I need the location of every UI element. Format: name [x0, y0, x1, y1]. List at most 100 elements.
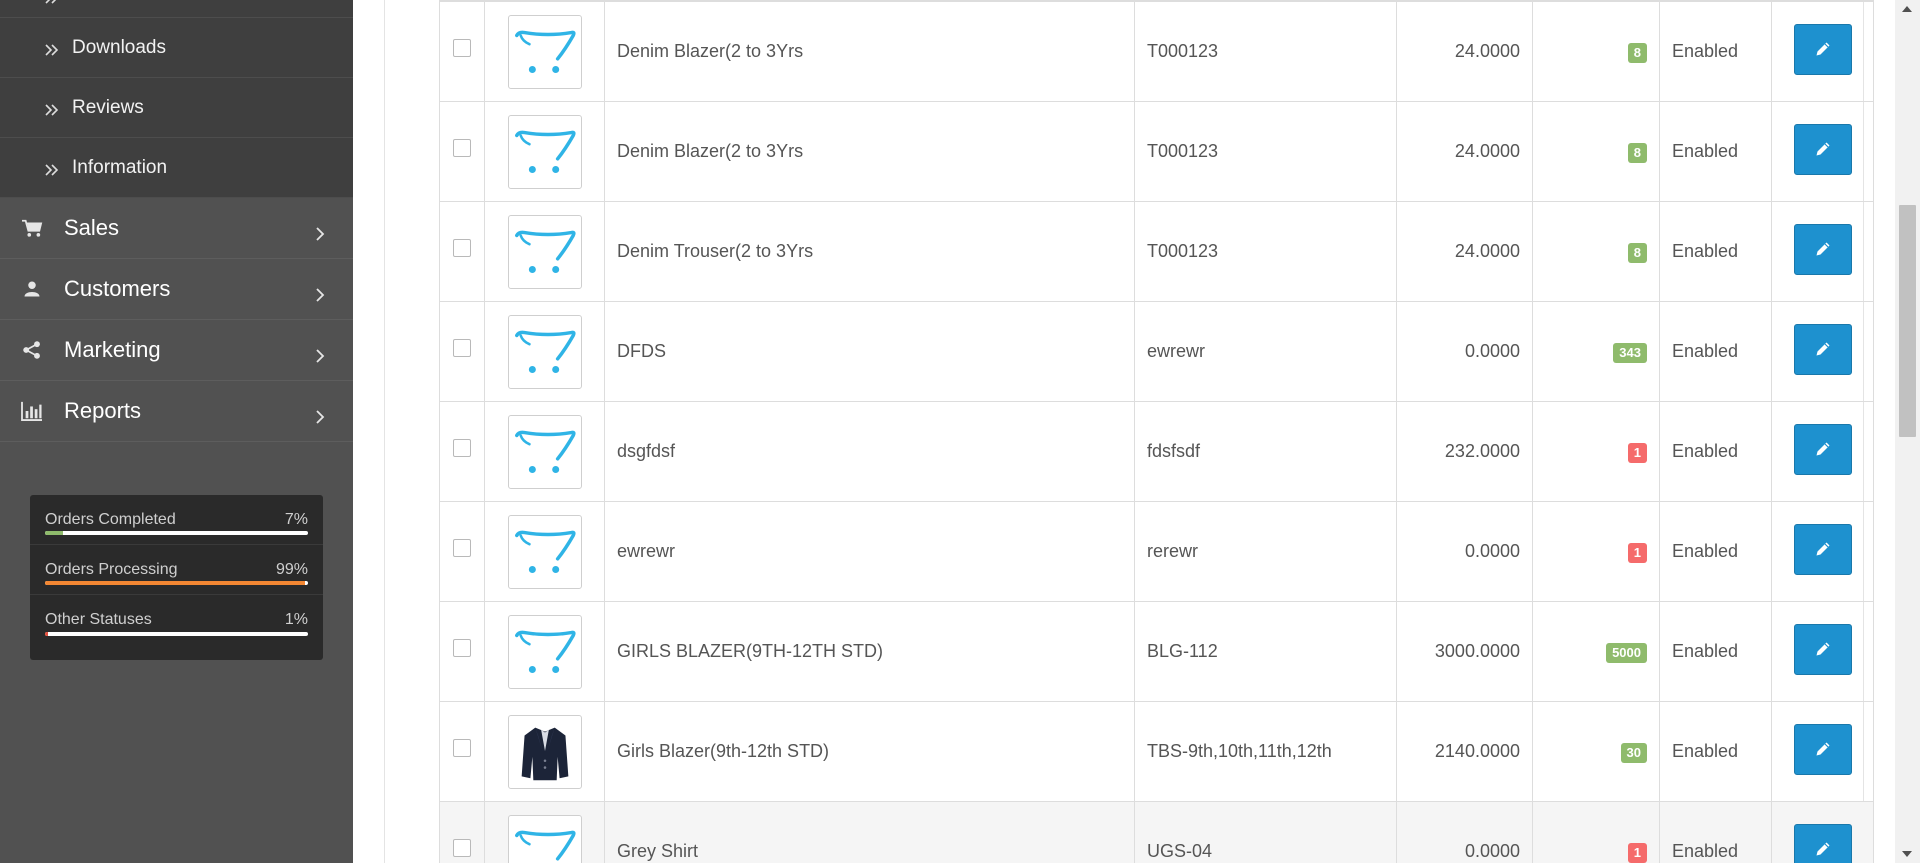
scroll-up-arrow-icon[interactable] — [1902, 6, 1912, 12]
quantity-cell: 8 — [1532, 201, 1660, 302]
edit-button[interactable] — [1793, 323, 1852, 375]
action-cell — [1771, 701, 1874, 802]
placeholder-cart-icon — [507, 314, 582, 389]
product-name: Denim Trouser(2 to 3Yrs — [604, 201, 1135, 302]
product-status: Enabled — [1659, 601, 1772, 702]
row-select-checkbox[interactable] — [453, 239, 471, 257]
table-row: Denim Blazer(2 to 3Yrs T000123 24.0000 8 Ena… — [439, 101, 1874, 202]
table-row: Grey Shirt UGS-04 0.0000 1 Enabled — [439, 801, 1874, 863]
edit-button[interactable] — [1793, 23, 1852, 75]
product-model: T000123 — [1134, 101, 1397, 202]
double-chevron-right-icon — [44, 101, 60, 116]
product-status: Enabled — [1659, 201, 1772, 302]
edit-button[interactable] — [1793, 123, 1852, 175]
double-chevron-right-icon — [44, 41, 60, 56]
share-icon — [20, 339, 44, 361]
row-select-checkbox[interactable] — [453, 339, 471, 357]
sidebar-item-marketing[interactable]: Marketing — [0, 320, 353, 381]
row-select-checkbox[interactable] — [453, 739, 471, 757]
image-cell — [484, 501, 605, 602]
scroll-down-arrow-icon[interactable] — [1902, 851, 1912, 857]
product-model: T000123 — [1134, 0, 1397, 102]
bar-chart-icon — [20, 400, 44, 422]
placeholder-cart-icon — [507, 814, 582, 863]
table-row: GIRLS BLAZER(9TH-12TH STD) BLG-112 3000.00… — [439, 601, 1874, 702]
product-status: Enabled — [1659, 0, 1772, 102]
product-model: rerewr — [1134, 501, 1397, 602]
product-price: 0.0000 — [1396, 801, 1533, 863]
user-icon — [20, 278, 44, 300]
product-model: fdsfsdf — [1134, 401, 1397, 502]
stat-label: Other Statuses — [45, 611, 152, 628]
edit-button[interactable] — [1793, 823, 1852, 863]
scrollbar-thumb[interactable] — [1899, 205, 1916, 437]
stat-label: Orders Processing — [45, 561, 178, 578]
table-row: dsgfdsf fdsfsdf 232.0000 1 Enabled — [439, 401, 1874, 502]
row-select-checkbox[interactable] — [453, 439, 471, 457]
product-name: Grey Shirt — [604, 801, 1135, 863]
submenu-item-downloads[interactable]: Downloads — [0, 18, 353, 78]
product-price: 0.0000 — [1396, 501, 1533, 602]
image-cell — [484, 401, 605, 502]
sidebar-item-reports[interactable]: Reports — [0, 381, 353, 442]
quantity-badge: 8 — [1627, 242, 1647, 263]
image-cell — [484, 601, 605, 702]
product-model: BLG-112 — [1134, 601, 1397, 702]
placeholder-cart-icon — [507, 414, 582, 489]
quantity-cell: 1 — [1532, 401, 1660, 502]
row-select-checkbox[interactable] — [453, 39, 471, 57]
product-name: Girls Blazer(9th-12th STD) — [604, 701, 1135, 802]
edit-button[interactable] — [1793, 723, 1852, 775]
double-chevron-right-icon — [44, 0, 60, 4]
stat-progress-fill — [45, 632, 48, 636]
select-cell — [439, 401, 485, 502]
stat-row: Orders Processing 99% — [30, 545, 323, 595]
stat-row: Other Statuses 1% — [30, 595, 323, 645]
edit-button[interactable] — [1793, 523, 1852, 575]
quantity-cell: 8 — [1532, 0, 1660, 102]
product-price: 232.0000 — [1396, 401, 1533, 502]
table-row: Denim Trouser(2 to 3Yrs T000123 24.0000 8 En… — [439, 201, 1874, 302]
sidebar-item-sales[interactable]: Sales — [0, 198, 353, 259]
product-status: Enabled — [1659, 101, 1772, 202]
sidebar-item-customers[interactable]: Customers — [0, 259, 353, 320]
product-price: 3000.0000 — [1396, 601, 1533, 702]
sidebar-item-label: Customers — [64, 276, 171, 301]
submenu-item-information[interactable]: Information — [0, 138, 353, 198]
image-cell — [484, 101, 605, 202]
edit-button[interactable] — [1793, 623, 1852, 675]
placeholder-cart-icon — [507, 514, 582, 589]
submenu-item-manufacturers[interactable]: Manufacturers — [0, 0, 353, 18]
product-model: ewrewr — [1134, 301, 1397, 402]
select-cell — [439, 0, 485, 102]
product-thumbnail — [507, 714, 582, 789]
placeholder-cart-icon — [507, 214, 582, 289]
product-name: DFDS — [604, 301, 1135, 402]
row-select-checkbox[interactable] — [453, 139, 471, 157]
row-select-checkbox[interactable] — [453, 839, 471, 857]
quantity-cell: 1 — [1532, 801, 1660, 863]
page-scrollbar[interactable] — [1895, 0, 1920, 863]
quantity-badge: 1 — [1627, 542, 1647, 563]
edit-button[interactable] — [1793, 423, 1852, 475]
double-chevron-right-icon — [44, 161, 60, 176]
stat-progress-bar — [45, 531, 308, 535]
product-name: ewrewr — [604, 501, 1135, 602]
quantity-cell: 343 — [1532, 301, 1660, 402]
submenu-item-reviews[interactable]: Reviews — [0, 78, 353, 138]
action-cell — [1771, 601, 1874, 702]
select-cell — [439, 301, 485, 402]
row-select-checkbox[interactable] — [453, 639, 471, 657]
product-status: Enabled — [1659, 501, 1772, 602]
row-select-checkbox[interactable] — [453, 539, 471, 557]
product-status: Enabled — [1659, 801, 1772, 863]
select-cell — [439, 601, 485, 702]
image-cell — [484, 701, 605, 802]
edit-button[interactable] — [1793, 223, 1852, 275]
table-row: Denim Blazer(2 to 3Yrs T000123 24.0000 8 Ena… — [439, 0, 1874, 102]
submenu-item-label: Information — [72, 156, 168, 178]
select-cell — [439, 201, 485, 302]
quantity-cell: 5000 — [1532, 601, 1660, 702]
select-cell — [439, 801, 485, 863]
placeholder-cart-icon — [507, 614, 582, 689]
